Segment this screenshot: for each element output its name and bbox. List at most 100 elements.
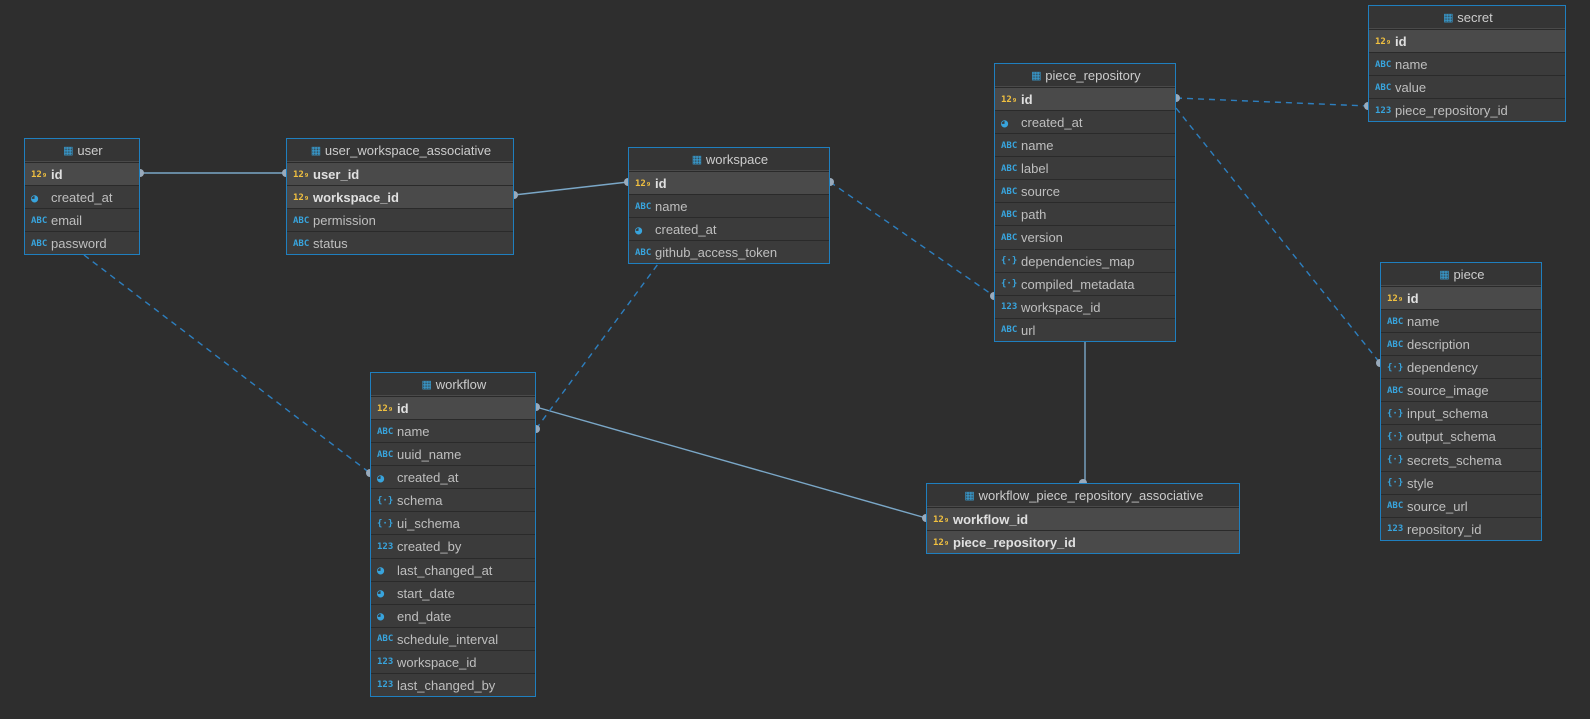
column-created_at[interactable]: ◕created_at: [629, 217, 829, 240]
erd-canvas[interactable]: ▦user12₉id◕created_atABCemailABCpassword…: [0, 0, 1590, 719]
column-input_schema[interactable]: {·}input_schema: [1381, 401, 1541, 424]
column-name[interactable]: ABCname: [371, 419, 535, 442]
column-path[interactable]: ABCpath: [995, 202, 1175, 225]
table-piece_repository[interactable]: ▦piece_repository12₉id◕created_atABCname…: [994, 63, 1176, 342]
table-header[interactable]: ▦piece_repository: [995, 64, 1175, 87]
table-header[interactable]: ▦secret: [1369, 6, 1565, 29]
table-header[interactable]: ▦piece: [1381, 263, 1541, 286]
column-label: created_at: [1021, 115, 1082, 130]
column-last_changed_by[interactable]: 123last_changed_by: [371, 673, 535, 696]
column-created_by[interactable]: 123created_by: [371, 534, 535, 557]
column-label: uuid_name: [397, 447, 461, 462]
text-type-icon: ABC: [377, 634, 397, 644]
column-description[interactable]: ABCdescription: [1381, 332, 1541, 355]
column-id[interactable]: 12₉id: [995, 87, 1175, 110]
column-piece_repository_id[interactable]: 123piece_repository_id: [1369, 98, 1565, 121]
text-type-icon: ABC: [377, 427, 397, 437]
column-name[interactable]: ABCname: [1381, 309, 1541, 332]
table-workflow[interactable]: ▦workflow12₉idABCnameABCuuid_name◕create…: [370, 372, 536, 697]
column-label: path: [1021, 207, 1046, 222]
column-label: github_access_token: [655, 245, 777, 260]
timestamp-type-icon: ◕: [31, 191, 51, 205]
column-compiled_metadata[interactable]: {·}compiled_metadata: [995, 272, 1175, 295]
key-icon: 12₉: [1375, 37, 1395, 47]
column-schedule_interval[interactable]: ABCschedule_interval: [371, 627, 535, 650]
column-label: id: [51, 167, 63, 182]
column-label: created_at: [397, 470, 458, 485]
column-workspace_id[interactable]: 123workspace_id: [371, 650, 535, 673]
column-created_at[interactable]: ◕created_at: [995, 110, 1175, 133]
table-header[interactable]: ▦workflow_piece_repository_associative: [927, 484, 1239, 507]
column-label: id: [1395, 34, 1407, 49]
key-icon: 12₉: [635, 179, 655, 189]
column-secrets_schema[interactable]: {·}secrets_schema: [1381, 448, 1541, 471]
column-label: value: [1395, 80, 1426, 95]
column-label: id: [655, 176, 667, 191]
table-header[interactable]: ▦workflow: [371, 373, 535, 396]
column-dependencies_map[interactable]: {·}dependencies_map: [995, 249, 1175, 272]
column-status[interactable]: ABCstatus: [287, 231, 513, 254]
column-password[interactable]: ABCpassword: [25, 231, 139, 254]
column-created_at[interactable]: ◕created_at: [371, 465, 535, 488]
column-dependency[interactable]: {·}dependency: [1381, 355, 1541, 378]
table-icon: ▦: [690, 153, 704, 166]
column-label: workspace_id: [1021, 300, 1101, 315]
column-label: workflow_id: [953, 512, 1028, 527]
column-label: email: [51, 213, 82, 228]
column-name[interactable]: ABCname: [1369, 52, 1565, 75]
column-id[interactable]: 12₉id: [1381, 286, 1541, 309]
column-version[interactable]: ABCversion: [995, 225, 1175, 248]
column-label: start_date: [397, 586, 455, 601]
column-source_url[interactable]: ABCsource_url: [1381, 494, 1541, 517]
column-label[interactable]: ABClabel: [995, 156, 1175, 179]
column-start_date[interactable]: ◕start_date: [371, 581, 535, 604]
column-url[interactable]: ABCurl: [995, 318, 1175, 341]
column-github_access_token[interactable]: ABCgithub_access_token: [629, 240, 829, 263]
table-header[interactable]: ▦user: [25, 139, 139, 162]
column-schema[interactable]: {·}schema: [371, 488, 535, 511]
column-id[interactable]: 12₉id: [1369, 29, 1565, 52]
column-created_at[interactable]: ◕created_at: [25, 185, 139, 208]
column-label: source: [1021, 184, 1060, 199]
column-id[interactable]: 12₉id: [629, 171, 829, 194]
table-workflow_piece_repository_associative[interactable]: ▦workflow_piece_repository_associative12…: [926, 483, 1240, 554]
column-email[interactable]: ABCemail: [25, 208, 139, 231]
column-repository_id[interactable]: 123repository_id: [1381, 517, 1541, 540]
column-user_id[interactable]: 12₉user_id: [287, 162, 513, 185]
column-source_image[interactable]: ABCsource_image: [1381, 378, 1541, 401]
column-last_changed_at[interactable]: ◕last_changed_at: [371, 558, 535, 581]
column-value[interactable]: ABCvalue: [1369, 75, 1565, 98]
table-header[interactable]: ▦workspace: [629, 148, 829, 171]
table-header[interactable]: ▦user_workspace_associative: [287, 139, 513, 162]
key-icon: 12₉: [933, 515, 953, 525]
text-type-icon: ABC: [1387, 501, 1407, 511]
column-ui_schema[interactable]: {·}ui_schema: [371, 511, 535, 534]
column-workspace_id[interactable]: 12₉workspace_id: [287, 185, 513, 208]
text-type-icon: ABC: [1375, 83, 1395, 93]
column-workflow_id[interactable]: 12₉workflow_id: [927, 507, 1239, 530]
number-type-icon: 123: [377, 680, 397, 690]
number-type-icon: 123: [1387, 524, 1407, 534]
table-icon: ▦: [1437, 268, 1451, 281]
column-workspace_id[interactable]: 123workspace_id: [995, 295, 1175, 318]
column-label: last_changed_by: [397, 678, 495, 693]
column-id[interactable]: 12₉id: [25, 162, 139, 185]
column-permission[interactable]: ABCpermission: [287, 208, 513, 231]
column-output_schema[interactable]: {·}output_schema: [1381, 424, 1541, 447]
table-name: user: [77, 143, 102, 158]
column-piece_repository_id[interactable]: 12₉piece_repository_id: [927, 530, 1239, 553]
column-source[interactable]: ABCsource: [995, 179, 1175, 202]
table-workspace[interactable]: ▦workspace12₉idABCname◕created_atABCgith…: [628, 147, 830, 264]
column-name[interactable]: ABCname: [995, 133, 1175, 156]
table-user[interactable]: ▦user12₉id◕created_atABCemailABCpassword: [24, 138, 140, 255]
table-user_workspace_associative[interactable]: ▦user_workspace_associative12₉user_id12₉…: [286, 138, 514, 255]
table-piece[interactable]: ▦piece12₉idABCnameABCdescription{·}depen…: [1380, 262, 1542, 541]
table-secret[interactable]: ▦secret12₉idABCnameABCvalue123piece_repo…: [1368, 5, 1566, 122]
column-uuid_name[interactable]: ABCuuid_name: [371, 442, 535, 465]
text-type-icon: ABC: [293, 239, 313, 249]
column-end_date[interactable]: ◕end_date: [371, 604, 535, 627]
column-name[interactable]: ABCname: [629, 194, 829, 217]
column-style[interactable]: {·}style: [1381, 471, 1541, 494]
column-id[interactable]: 12₉id: [371, 396, 535, 419]
timestamp-type-icon: ◕: [377, 563, 397, 577]
